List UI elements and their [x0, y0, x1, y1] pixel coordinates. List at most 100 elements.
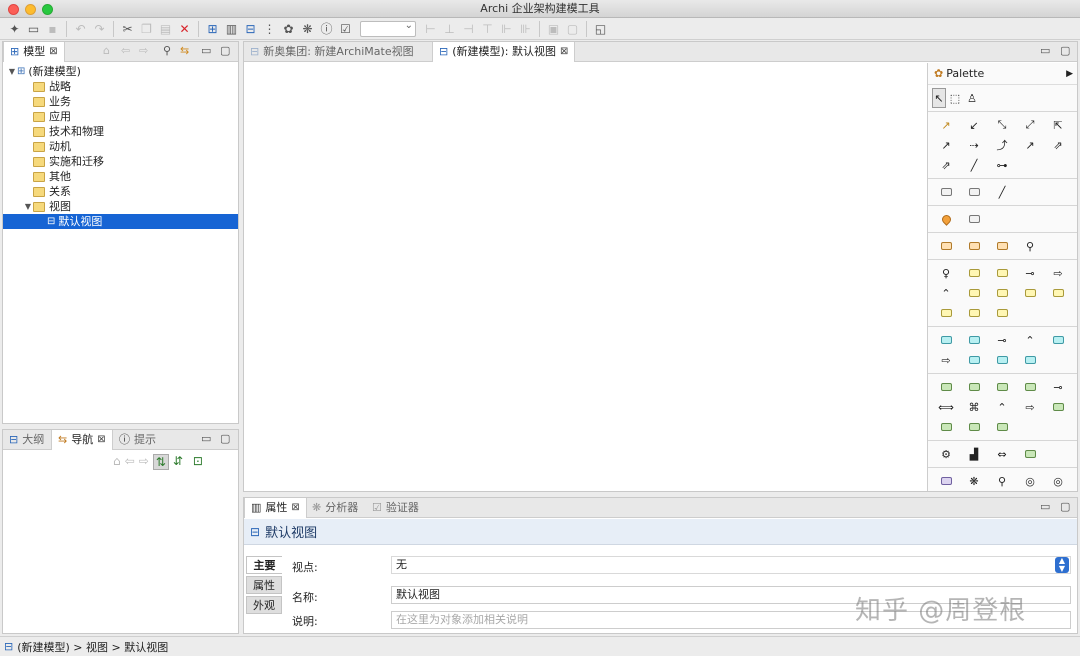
name-field[interactable]: 默认视图 [391, 586, 1071, 604]
capability-icon[interactable] [960, 236, 988, 256]
minimize-icon[interactable]: ▭ [1040, 44, 1050, 57]
select-tool-icon[interactable]: ↖ [932, 88, 946, 108]
zoom-combo[interactable] [360, 20, 416, 37]
close-icon[interactable]: ⊠ [49, 42, 57, 62]
node-icon[interactable] [932, 377, 960, 397]
diagram-canvas[interactable] [244, 63, 926, 491]
minimize-icon[interactable]: ▭ [1040, 500, 1050, 513]
tab-editor-2[interactable]: ⊟ (新建模型): 默认视图 ⊠ [432, 42, 576, 62]
align-right-icon[interactable]: ⊣ [460, 20, 477, 37]
application-interaction-icon[interactable] [1044, 330, 1072, 350]
properties-view-icon[interactable]: ▥ [223, 20, 240, 37]
tree-folder-views[interactable]: ▼ 视图 [3, 199, 238, 214]
viewpoint-select[interactable]: 无 ▲ ▼ [391, 556, 1071, 574]
home-icon[interactable]: ⌂ [103, 44, 110, 57]
stakeholder-icon[interactable] [932, 471, 960, 491]
material-icon[interactable] [1016, 444, 1044, 464]
aggregation-icon[interactable]: ⤡ [988, 115, 1016, 135]
business-role-icon[interactable] [960, 263, 988, 283]
align-middle-icon[interactable]: ⊩ [498, 20, 515, 37]
align-left-icon[interactable]: ⊢ [422, 20, 439, 37]
specialization-icon[interactable]: ⇗ [932, 155, 960, 175]
expand-arrow-icon[interactable]: ▼ [23, 199, 33, 214]
format-painter-icon[interactable]: ♙ [964, 88, 980, 108]
info-icon[interactable]: ⓘ [318, 20, 335, 37]
business-process-icon[interactable]: ⇨ [1044, 263, 1072, 283]
tab-navigator[interactable]: ⇆ 导航 ⊠ [51, 430, 113, 450]
undo-icon[interactable]: ↶ [72, 20, 89, 37]
maximize-icon[interactable]: ▢ [1060, 44, 1070, 57]
technology-process-icon[interactable]: ⇨ [1016, 397, 1044, 417]
tab-hints[interactable]: ⓘ 提示 [113, 430, 162, 450]
data-object-icon[interactable] [1016, 350, 1044, 370]
tree-item-default-view[interactable]: ⊟ 默认视图 [3, 214, 238, 229]
copy-icon[interactable]: ❐ [138, 20, 155, 37]
palette-icon[interactable]: ✿ [280, 20, 297, 37]
contract-icon[interactable] [932, 303, 960, 323]
tree-root[interactable]: ▼ ⊞ (新建模型) [3, 64, 238, 79]
group-icon[interactable] [960, 182, 988, 202]
facility-icon[interactable]: ▟ [960, 444, 988, 464]
tab-properties[interactable]: ▥ 属性 ⊠ [244, 498, 307, 518]
validator-icon[interactable]: ☑ [337, 20, 354, 37]
grouping-icon[interactable] [960, 209, 988, 229]
assignment-icon[interactable]: ⤢ [1016, 115, 1044, 135]
side-tab-properties[interactable]: 属性 [246, 576, 282, 594]
technology-service-icon[interactable] [960, 417, 988, 437]
tree-folder-strategy[interactable]: 战略 [3, 79, 238, 94]
close-icon[interactable]: ⊠ [291, 498, 299, 518]
business-function-icon[interactable]: ⌃ [932, 283, 960, 303]
back-icon[interactable]: ⇦ [121, 44, 130, 57]
export-icon[interactable]: ◱ [592, 20, 609, 37]
technology-interaction-icon[interactable] [1044, 397, 1072, 417]
artifact-icon[interactable] [988, 417, 1016, 437]
business-event-icon[interactable] [988, 283, 1016, 303]
distribution-network-icon[interactable]: ⇔ [988, 444, 1016, 464]
connection-icon[interactable]: ╱ [988, 182, 1016, 202]
delete-icon[interactable]: ✕ [176, 20, 193, 37]
access-icon[interactable]: ⇢ [960, 135, 988, 155]
magic-connector-icon[interactable]: ↗ [932, 115, 960, 135]
tree-folder-relations[interactable]: 关系 [3, 184, 238, 199]
maximize-icon[interactable]: ▢ [220, 44, 230, 57]
tab-analyzer[interactable]: ❋ 分析器 [306, 498, 364, 518]
incoming-relations-icon[interactable]: ⇅ [152, 454, 169, 470]
tab-editor-1[interactable]: ⊟ 新奥集团: 新建ArchiMate视图 [244, 42, 432, 62]
resource-icon[interactable] [932, 236, 960, 256]
outgoing-relations-icon[interactable]: ⇵ [173, 454, 183, 470]
business-collaboration-icon[interactable] [988, 263, 1016, 283]
model-tree-icon[interactable]: ⊞ [204, 20, 221, 37]
navigator-icon[interactable]: ⋮ [261, 20, 278, 37]
open-folder-icon[interactable]: ▭ [25, 20, 42, 37]
tree-folder-implementation[interactable]: 实施和迁移 [3, 154, 238, 169]
side-tab-main[interactable]: 主要 [246, 556, 282, 574]
close-icon[interactable]: ⊠ [560, 42, 568, 62]
value-stream-icon[interactable] [988, 236, 1016, 256]
representation-icon[interactable] [960, 303, 988, 323]
application-process-icon[interactable]: ⇨ [932, 350, 960, 370]
search-icon[interactable]: ⚲ [163, 44, 171, 57]
junction-icon[interactable]: ⊶ [988, 155, 1016, 175]
tree-folder-technology[interactable]: 技术和物理 [3, 124, 238, 139]
tab-outline[interactable]: ⊟ 大纲 [3, 430, 50, 450]
chevron-updown-icon[interactable]: ▲ ▼ [1055, 557, 1069, 573]
match-height-icon[interactable]: ▢ [564, 20, 581, 37]
maximize-icon[interactable]: ▢ [220, 432, 230, 445]
save-icon[interactable]: ▪ [44, 20, 61, 37]
association-icon[interactable]: ╱ [960, 155, 988, 175]
paste-icon[interactable]: ▤ [157, 20, 174, 37]
back-icon[interactable]: ⇦ [125, 454, 135, 470]
new-icon[interactable]: ✦ [6, 20, 23, 37]
minimize-icon[interactable]: ▭ [201, 44, 211, 57]
application-component-icon[interactable] [932, 330, 960, 350]
minimize-icon[interactable]: ▭ [201, 432, 211, 445]
product-icon[interactable] [988, 303, 1016, 323]
course-of-action-icon[interactable]: ⚲ [1016, 236, 1044, 256]
application-collaboration-icon[interactable] [960, 330, 988, 350]
maximize-window-button[interactable] [42, 4, 53, 15]
analysis-icon[interactable]: ❋ [299, 20, 316, 37]
system-software-icon[interactable] [988, 377, 1016, 397]
communication-network-icon[interactable]: ⌘ [960, 397, 988, 417]
business-object-icon[interactable] [1044, 283, 1072, 303]
minimize-window-button[interactable] [25, 4, 36, 15]
